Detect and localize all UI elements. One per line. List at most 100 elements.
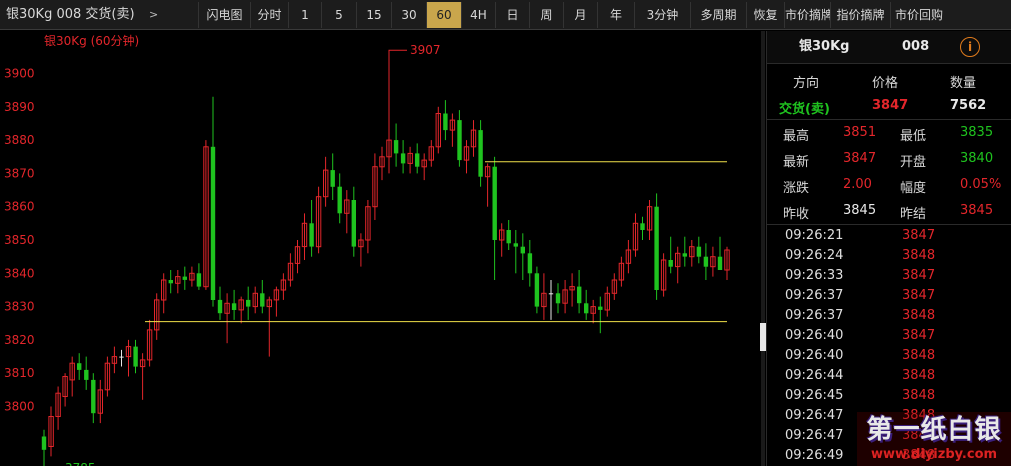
y-tick-label: 3840: [4, 266, 35, 280]
y-tick-label: 3800: [4, 400, 35, 414]
toolbar-button-11[interactable]: 年: [597, 2, 634, 28]
stat-value: 2.00: [843, 177, 872, 192]
candle-body: [640, 223, 645, 230]
toolbar-button-13[interactable]: 多周期: [690, 2, 746, 28]
toolbar-button-17[interactable]: 市价回购: [890, 2, 947, 28]
toolbar: 银30Kg 008 交货(卖) > 闪电图 分时 1 5 15 30 60 4H 日周月年 3分钟…: [0, 0, 1011, 30]
candle-body: [548, 293, 554, 295]
stat-value: 3845: [960, 203, 994, 218]
price-axis: 3800 3810 3820 3830 3840 3850 3860 3870 3880 3890…: [4, 67, 35, 414]
annotations: 3907 3785: [43, 43, 441, 466]
tick-time: 09:26:47: [785, 428, 844, 443]
tick-row: 09:26:40 3848: [767, 346, 1011, 366]
candle-body: [527, 253, 533, 274]
candle-body: [84, 369, 89, 380]
toolbar-button-7[interactable]: 4H: [461, 2, 495, 28]
stat-value: 3847: [843, 151, 877, 166]
tick-time: 09:26:49: [785, 448, 844, 463]
toolbar-button-2[interactable]: 1: [288, 2, 321, 28]
candle-body: [577, 286, 582, 304]
candle-body: [119, 356, 124, 358]
toolbar-button-4[interactable]: 15: [356, 2, 391, 28]
candle-body: [492, 166, 497, 240]
toolbar-button-6[interactable]: 60: [426, 2, 461, 28]
tick-row: 09:26:33 3847: [767, 266, 1011, 286]
chart-title: 银30Kg (60分钟): [44, 33, 139, 48]
chart-canvas[interactable]: 银30Kg (60分钟) 3800 3810 3820 3830 3840 3850 386…: [0, 31, 765, 466]
watermark-logo: 第一纸白银 www.diyizby.com: [857, 412, 1011, 466]
candle-body: [309, 223, 314, 247]
candle-body: [696, 246, 702, 257]
divider: [767, 119, 1011, 120]
stat-value: 3840: [960, 151, 994, 166]
panel-header: 银30Kg 008 i: [767, 31, 1011, 64]
candlestick-chart[interactable]: 银30Kg (60分钟) 3800 3810 3820 3830 3840 3850 386…: [0, 31, 765, 466]
tick-price: 3847: [902, 288, 936, 303]
y-tick-label: 3880: [4, 133, 35, 147]
tick-row: 09:26:24 3848: [767, 246, 1011, 266]
candle-body: [513, 243, 518, 247]
instrument-name: 银30Kg: [799, 39, 850, 54]
tick-time: 09:26:24: [785, 248, 844, 263]
header-price: 价格: [872, 76, 899, 91]
candle-body: [260, 293, 265, 307]
toolbar-button-3[interactable]: 5: [321, 2, 356, 28]
candle-body: [457, 120, 462, 161]
candle-body: [654, 206, 659, 290]
tick-price: 3848: [902, 248, 936, 263]
toolbar-button-5[interactable]: 30: [391, 2, 426, 28]
toolbar-button-8[interactable]: 日: [495, 2, 529, 28]
y-tick-label: 3850: [4, 233, 35, 247]
tick-time: 09:26:21: [785, 228, 844, 243]
tick-row: 09:26:37 3847: [767, 286, 1011, 306]
tick-time: 09:26:40: [785, 328, 844, 343]
candle-body: [520, 246, 525, 254]
candle-body: [717, 256, 723, 270]
toolbar-button-14[interactable]: 恢复: [746, 2, 784, 28]
min-price-label: 3785: [65, 461, 96, 466]
stat-label: 涨跌: [783, 181, 810, 196]
candle-body: [703, 256, 709, 267]
min-price-marker: [43, 457, 45, 466]
candle-body: [182, 276, 187, 280]
toolbar-button-15[interactable]: 市价摘牌: [784, 2, 830, 28]
tick-row: 09:26:40 3847: [767, 326, 1011, 346]
y-tick-label: 3890: [4, 100, 35, 114]
tick-time: 09:26:37: [785, 308, 844, 323]
candle-body: [555, 293, 561, 304]
stat-value: 3835: [960, 125, 994, 140]
stat-label: 昨收: [783, 207, 810, 222]
expand-arrow-icon[interactable]: >: [149, 0, 158, 30]
toolbar-button-0[interactable]: 闪电图: [198, 2, 250, 28]
tick-time: 09:26:37: [785, 288, 844, 303]
info-icon[interactable]: i: [960, 37, 980, 57]
candle-body: [231, 303, 237, 310]
trend-lines[interactable]: [145, 161, 727, 323]
tick-price: 3848: [902, 368, 936, 383]
toolbar-button-1[interactable]: 分时: [250, 2, 288, 28]
tick-row: 09:26:21 3847: [767, 226, 1011, 246]
tick-row: 09:26:45 3848: [767, 386, 1011, 406]
tick-price: 3848: [902, 308, 936, 323]
toolbar-button-16[interactable]: 指价摘牌: [830, 2, 890, 28]
y-tick-label: 3810: [4, 366, 35, 380]
candle-body: [168, 280, 173, 284]
candle-body: [196, 273, 202, 287]
candle-body: [217, 299, 223, 314]
tick-price: 3847: [902, 328, 936, 343]
candle-body: [210, 146, 216, 300]
toolbar-button-12[interactable]: 3分钟: [634, 2, 690, 28]
toolbar-button-9[interactable]: 周: [529, 2, 563, 28]
candle-body: [400, 153, 406, 164]
symbol-title: 银30Kg 008 交货(卖): [6, 7, 135, 22]
header-quantity: 数量: [950, 76, 977, 91]
divider: [767, 224, 1011, 225]
candle-body: [584, 303, 589, 314]
quantity-value: 7562: [950, 98, 987, 113]
toolbar-button-10[interactable]: 月: [563, 2, 597, 28]
candle-body: [668, 260, 673, 267]
candle-body: [415, 153, 420, 167]
stat-label: 最低: [900, 129, 927, 144]
chart-right-strip: [761, 31, 765, 466]
candle-body: [351, 200, 356, 247]
